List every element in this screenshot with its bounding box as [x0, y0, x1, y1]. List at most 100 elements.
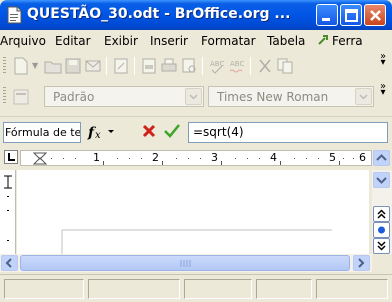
dropdown-arrow-button[interactable]: [355, 88, 372, 105]
grip-lines-icon: [180, 260, 191, 267]
ruler-tick: [306, 158, 307, 159]
next-page-button[interactable]: [373, 238, 390, 254]
ruler-number: 3: [211, 151, 218, 164]
chevron-down-icon[interactable]: ▼: [32, 61, 38, 70]
toolbar-separator: [202, 57, 203, 75]
scroll-right-button[interactable]: [353, 255, 370, 271]
vertical-scrollbar[interactable]: [372, 170, 392, 254]
menu-exibir[interactable]: Exibir: [104, 34, 138, 48]
formula-bar: Fórmula de texto f x =sqrt(4): [0, 116, 392, 146]
cancel-formula-icon[interactable]: [142, 124, 156, 138]
menu-editar[interactable]: Editar: [55, 34, 91, 48]
formula-name-box[interactable]: Fórmula de texto: [3, 122, 81, 143]
menu-bar: Arquivo Editar Exibir Inserir Formatar T…: [0, 30, 392, 52]
title-bar[interactable]: QUESTÃO_30.odt - BrOffice.org ...: [0, 0, 392, 30]
ruler-tick: [318, 158, 319, 159]
horizontal-ruler[interactable]: 1 2 3 4 5 6: [20, 150, 372, 166]
window-title: QUESTÃO_30.odt - BrOffice.org ...: [27, 6, 291, 22]
scroll-up-button[interactable]: [373, 150, 390, 166]
paragraph-style-select[interactable]: Padrão: [44, 86, 204, 107]
chevron-down-icon: [359, 94, 368, 100]
left-tab-icon: [8, 153, 15, 161]
formatting-toolbar: Padrão Times New Roman » ▾: [0, 82, 392, 110]
navigator-button[interactable]: [373, 222, 390, 238]
status-bar: [0, 274, 392, 302]
export-pdf-icon[interactable]: [140, 57, 158, 75]
indent-marker-icon[interactable]: [33, 152, 47, 165]
svg-text:x: x: [95, 130, 101, 141]
ruler-number: 6: [359, 151, 366, 164]
previous-page-button[interactable]: [373, 206, 390, 222]
status-style-cell[interactable]: [88, 279, 180, 299]
ruler-half-tick: [221, 161, 222, 165]
new-document-icon[interactable]: [12, 57, 30, 75]
ruler-tick: [176, 158, 177, 159]
menu-inserir[interactable]: Inserir: [150, 34, 188, 48]
ruler-tick: [188, 158, 189, 159]
svg-text:ABC: ABC: [210, 60, 224, 68]
save-icon[interactable]: [64, 57, 82, 75]
document-page[interactable]: [17, 170, 369, 254]
horizontal-scroll-thumb[interactable]: [20, 255, 350, 271]
toolbar-overflow-icon[interactable]: » ▾: [378, 52, 388, 68]
ruler-half-tick: [339, 161, 340, 165]
tools-icon: [318, 35, 328, 45]
status-page-cell[interactable]: [4, 279, 84, 299]
status-selection-cell[interactable]: [316, 279, 388, 299]
chevron-left-icon: [5, 258, 12, 268]
minimize-button[interactable]: [316, 4, 338, 26]
ruler-tick: [294, 158, 295, 159]
paragraph-style-value: Padrão: [53, 90, 95, 104]
page-margin-guides: [61, 229, 332, 254]
toolbar-grip[interactable]: [3, 87, 6, 105]
ruler-half-tick: [280, 161, 281, 165]
close-button[interactable]: [364, 4, 386, 26]
copy-icon[interactable]: [276, 57, 294, 75]
toolbar-separator: [250, 57, 251, 75]
font-name-select[interactable]: Times New Roman: [208, 86, 374, 107]
status-language-cell[interactable]: [184, 279, 252, 299]
horizontal-scrollbar[interactable]: [0, 254, 372, 272]
email-icon[interactable]: [84, 57, 102, 75]
accept-formula-icon[interactable]: [164, 124, 180, 138]
ruler-tick: [141, 158, 142, 159]
menu-ferramentas[interactable]: Ferra: [318, 34, 392, 48]
dropdown-arrow-button[interactable]: [185, 88, 202, 105]
edit-file-icon[interactable]: [112, 57, 130, 75]
scroll-left-button[interactable]: [1, 255, 18, 271]
function-fx-icon[interactable]: f x: [86, 123, 116, 141]
font-name-value: Times New Roman: [217, 90, 329, 104]
menu-tabela[interactable]: Tabela: [267, 34, 305, 48]
double-down-icon: [377, 241, 386, 251]
menu-arquivo[interactable]: Arquivo: [0, 34, 46, 48]
ruler-tick: [353, 158, 354, 159]
vertical-ruler-marks: [4, 175, 12, 241]
formula-input[interactable]: =sqrt(4): [188, 122, 388, 143]
spellcheck-icon[interactable]: ABC: [208, 57, 226, 75]
menu-formatar[interactable]: Formatar: [201, 34, 256, 48]
page-preview-icon[interactable]: [180, 57, 198, 75]
ruler-tick: [129, 158, 130, 159]
chevron-up-icon: [376, 154, 387, 161]
ruler-tick: [75, 158, 76, 159]
chevron-down-icon: [376, 177, 387, 184]
tab-stop-selector[interactable]: [4, 150, 18, 164]
toolbar-separator: [134, 57, 135, 75]
maximize-button[interactable]: [340, 4, 362, 26]
status-insert-mode-cell[interactable]: [256, 279, 312, 299]
ruler-tick: [63, 158, 64, 159]
styles-formatting-icon[interactable]: [12, 88, 30, 106]
ruler-tick: [259, 158, 260, 159]
navigation-dot-icon: [378, 226, 385, 234]
open-folder-icon[interactable]: [44, 57, 62, 75]
autospellcheck-icon[interactable]: ABC: [228, 57, 246, 75]
ruler-tick: [117, 158, 118, 159]
cut-icon[interactable]: [256, 57, 274, 75]
document-area: [0, 170, 392, 254]
vertical-ruler[interactable]: [0, 170, 16, 254]
toolbar-overflow-icon[interactable]: » ▾: [378, 82, 388, 98]
scroll-down-button[interactable]: [373, 172, 390, 188]
print-icon[interactable]: [160, 57, 178, 75]
toolbar-grip[interactable]: [3, 57, 6, 75]
standard-toolbar: ▼ ABC ABC » ▾: [0, 52, 392, 80]
